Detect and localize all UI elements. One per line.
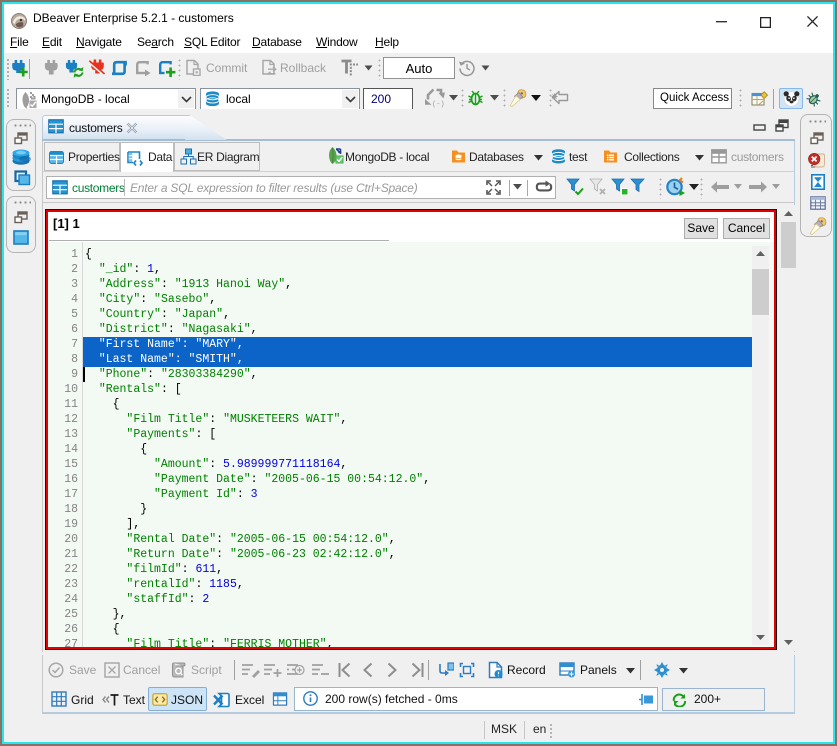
- svg-text:(-): (-): [432, 101, 445, 108]
